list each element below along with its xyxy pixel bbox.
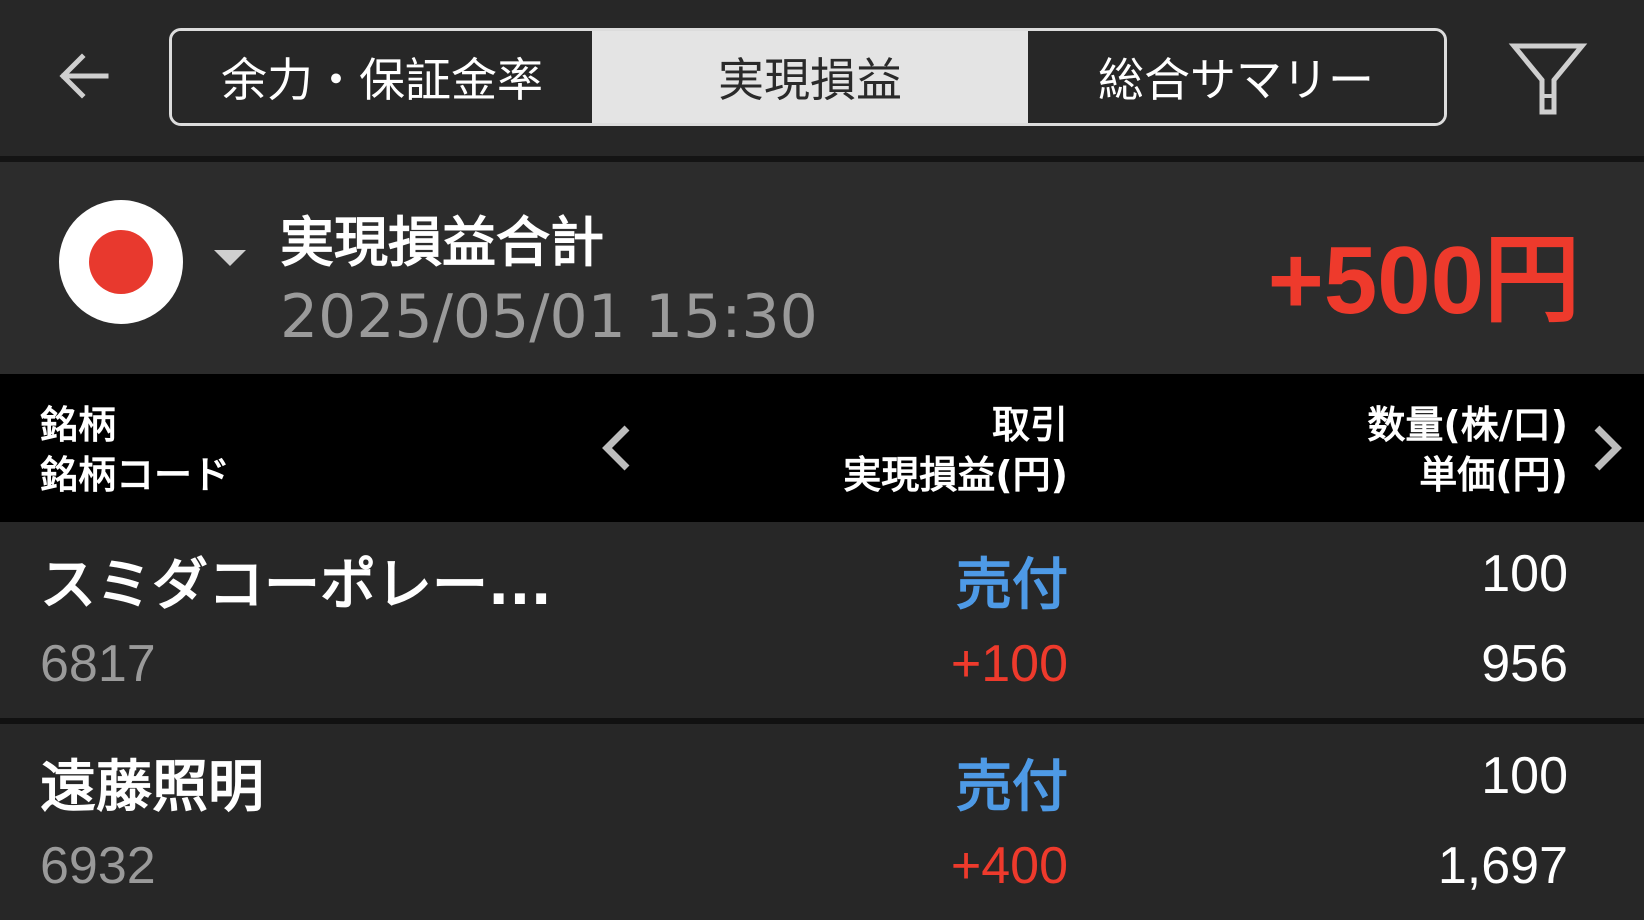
chevron-right-icon (1594, 425, 1622, 471)
summary-datetime: 2025/05/01 15:30 (280, 282, 818, 352)
japan-flag-icon (89, 230, 153, 294)
tab-overall-summary[interactable]: 総合サマリー (1028, 31, 1444, 123)
col-header-quantity-label: 数量(株/口) (1367, 403, 1568, 447)
caret-down-icon[interactable] (214, 250, 246, 266)
market-selector[interactable] (59, 200, 183, 324)
back-button[interactable] (52, 44, 116, 108)
trade-type: 売付 (956, 553, 1068, 618)
col-header-trade-type: 取引 (991, 403, 1068, 447)
stock-code: 6932 (40, 837, 156, 895)
trade-type: 売付 (956, 755, 1068, 820)
top-app-bar: 余力・保証金率 実現損益 総合サマリー (0, 0, 1644, 156)
arrow-left-icon (59, 53, 109, 99)
table-row[interactable]: スミダコーポレー... 6817 売付 +100 100 956 (0, 522, 1644, 718)
pnl-summary-panel: 実現損益合計 2025/05/01 15:30 +500円 (0, 162, 1644, 374)
col-header-stock-name: 銘柄 (40, 403, 117, 447)
chevron-left-icon (602, 425, 630, 471)
realized-pnl: +100 (950, 635, 1068, 693)
filter-icon (1508, 43, 1588, 115)
unit-price: 1,697 (1437, 837, 1568, 895)
quantity: 100 (1481, 747, 1568, 805)
col-header-quantity: 数量(株/口) 単価(円) (1367, 400, 1568, 500)
scroll-columns-left-button[interactable] (596, 422, 636, 474)
summary-title: 実現損益合計 (280, 211, 604, 274)
stock-code: 6817 (40, 635, 156, 693)
col-header-unit-price: 単価(円) (1419, 453, 1568, 497)
view-tab-group: 余力・保証金率 実現損益 総合サマリー (169, 28, 1447, 126)
quantity: 100 (1481, 545, 1568, 603)
col-header-stock: 銘柄 銘柄コード (40, 400, 230, 500)
unit-price: 956 (1481, 635, 1568, 693)
col-header-trade: 取引 実現損益(円) (843, 400, 1068, 500)
col-header-realized-pnl: 実現損益(円) (843, 453, 1068, 497)
col-header-stock-code: 銘柄コード (40, 453, 231, 497)
tab-margin-ratio[interactable]: 余力・保証金率 (172, 31, 592, 123)
scroll-columns-right-button[interactable] (1588, 422, 1628, 474)
realized-pnl: +400 (950, 837, 1068, 895)
tab-realized-pnl[interactable]: 実現損益 (592, 31, 1028, 123)
summary-total-value: +500円 (1267, 227, 1580, 334)
table-header: 銘柄 銘柄コード 取引 実現損益(円) 数量(株/口) 単価(円) (0, 374, 1644, 522)
stock-name: スミダコーポレー... (40, 553, 552, 618)
table-row[interactable]: 遠藤照明 6932 売付 +400 100 1,697 (0, 724, 1644, 920)
stock-name: 遠藤照明 (40, 755, 264, 820)
filter-button[interactable] (1506, 38, 1590, 122)
